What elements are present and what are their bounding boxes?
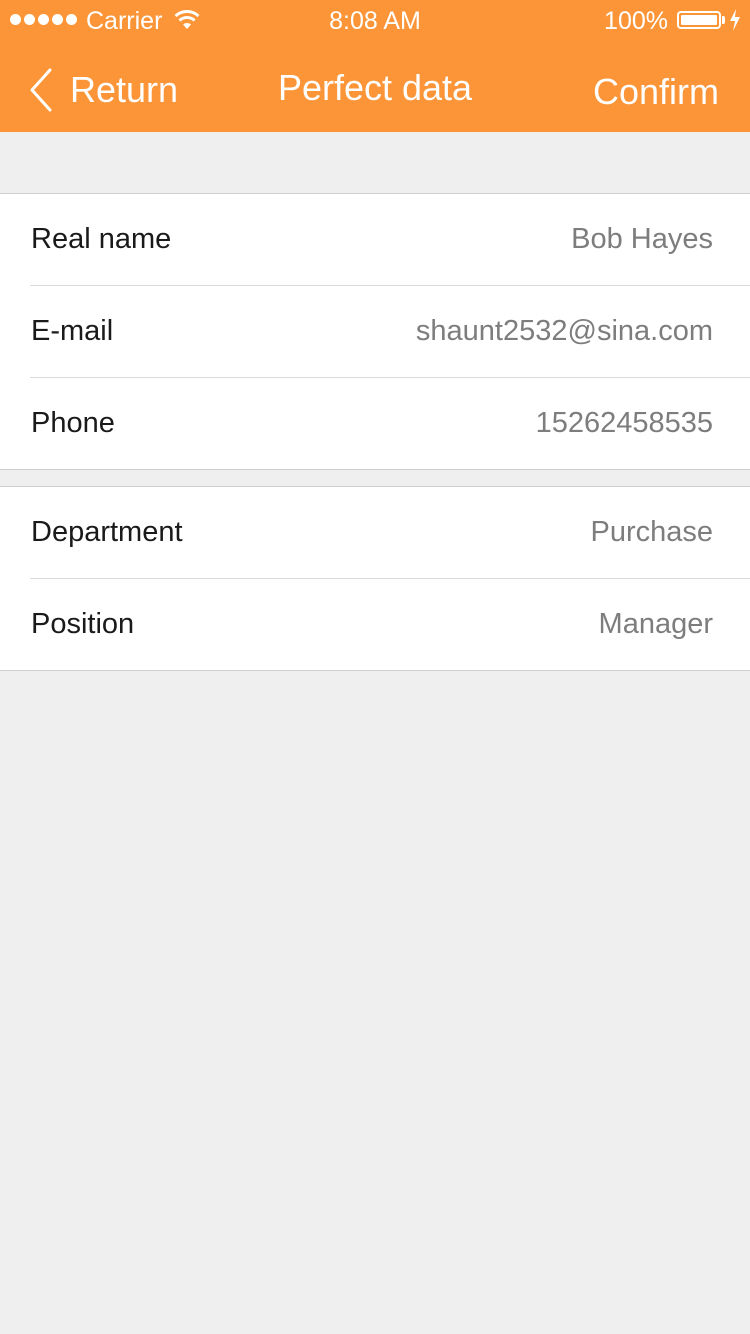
work-info-group: Department Purchase Position Manager [0, 486, 750, 671]
phone-label: Phone [31, 407, 115, 439]
row-position[interactable]: Position Manager [0, 578, 750, 670]
department-value: Purchase [590, 516, 713, 548]
confirm-button[interactable]: Confirm [593, 72, 719, 112]
email-value: shaunt2532@sina.com [415, 315, 713, 347]
department-label: Department [31, 516, 183, 548]
battery-percent: 100% [604, 7, 668, 35]
real-name-label: Real name [31, 223, 172, 255]
position-label: Position [31, 608, 135, 640]
row-email[interactable]: E-mail shaunt2532@sina.com [0, 285, 750, 377]
personal-info-group: Real name Bob Hayes E-mail shaunt2532@si… [0, 193, 750, 470]
row-real-name[interactable]: Real name Bob Hayes [0, 194, 750, 285]
top-bar: Carrier 8:08 AM 100% Return Perfect data… [0, 0, 750, 132]
charging-bolt-icon [730, 9, 740, 31]
row-phone[interactable]: Phone 15262458535 [0, 377, 750, 469]
row-department[interactable]: Department Purchase [0, 487, 750, 578]
phone-value: 15262458535 [535, 407, 713, 439]
status-bar: Carrier 8:08 AM 100% [0, 0, 750, 40]
battery-cap [722, 16, 725, 24]
battery-icon [677, 11, 721, 29]
email-label: E-mail [31, 315, 114, 347]
position-value: Manager [598, 608, 713, 640]
real-name-value: Bob Hayes [571, 223, 713, 255]
